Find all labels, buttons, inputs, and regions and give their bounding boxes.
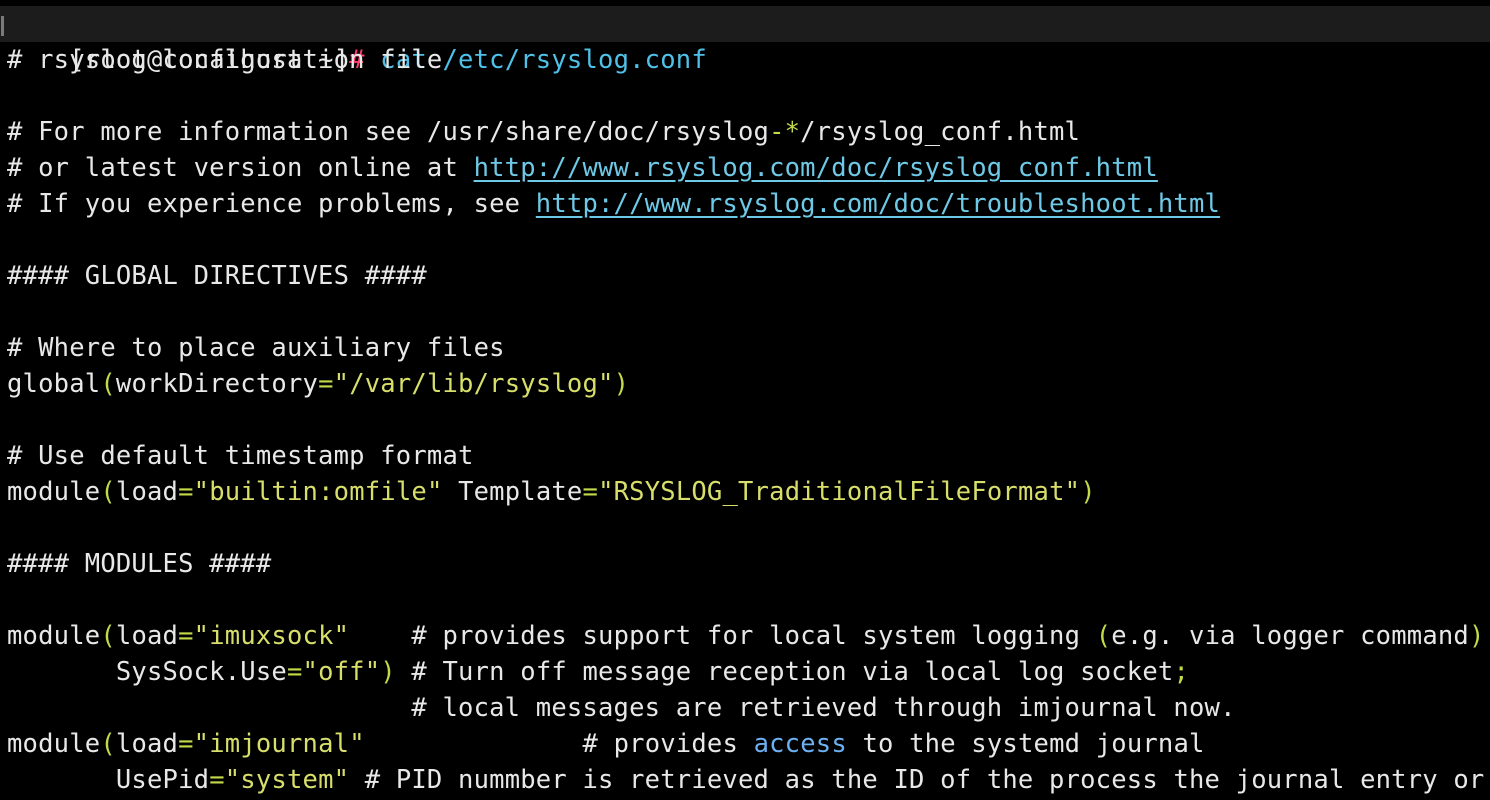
string-value: "RSYSLOG_TraditionalFileFormat" [598,477,1081,507]
paren-close: ) [613,369,630,399]
equals-sign: = [209,765,225,795]
paren-open: ( [100,477,116,507]
paren-close: ) [1080,477,1096,507]
semicolon: ; [1173,657,1190,687]
equals-sign: = [582,477,599,507]
comment-text: e.g. via logger command [1111,621,1469,651]
output-line: # rsyslog configuration file [7,42,442,78]
equals-sign: = [178,729,194,759]
comment-text: # PID nummber is retrieved as the ID of … [349,765,1485,795]
docs-link[interactable]: http://www.rsyslog.com/doc/rsyslog_conf.… [474,153,1158,183]
param-name: load [115,621,179,651]
comment-text: # If you experience problems, see [7,189,536,219]
string-value: "builtin:omfile" [193,477,443,507]
output-line: module(load="builtin:omfile" Template="R… [7,474,1096,510]
comment-text: /rsyslog_conf.html [800,117,1081,147]
output-line: # Use default timestamp format [7,438,474,474]
output-line: # If you experience problems, see http:/… [7,186,1220,222]
comment-text: # Use default timestamp format [7,441,474,471]
output-line: module(load="imuxsock" # provides suppor… [7,618,1485,654]
string-value: "imuxsock" [193,621,350,651]
cursor-marker [1,16,4,36]
equals-sign: = [286,657,303,687]
string-value: "/var/lib/rsyslog" [333,369,614,399]
output-line: UsePid="system" # PID nummber is retriev… [7,762,1485,798]
param-name: UsePid [7,765,210,795]
output-line: SysSock.Use="off") # Turn off message re… [7,654,1189,690]
comment-text: # rsyslog configuration file [7,45,443,75]
terminal-window[interactable]: [root@localhost ~]# cat /etc/rsyslog.con… [0,0,1490,800]
equals-sign: = [178,621,194,651]
output-line: # For more information see /usr/share/do… [7,114,1080,150]
directive-name: module [7,621,101,651]
string-value: "imjournal" [193,729,365,759]
comment-text: # Turn off message reception via local l… [395,657,1174,687]
command-line: [root@localhost ~]# cat /etc/rsyslog.con… [0,6,1490,75]
output-line: #### GLOBAL DIRECTIVES #### [7,258,427,294]
output-line: # Where to place auxiliary files [7,330,505,366]
comment-text: # local messages are retrieved through i… [7,693,1236,723]
string-value: "system" [224,765,350,795]
output-line: #### MODULES #### [7,546,271,582]
comment-text: to the systemd journal [846,729,1205,759]
output-line: # or latest version online at http://www… [7,150,1158,186]
directive-name: module [7,729,101,759]
comment-text: # For more information see /usr/share/do… [7,117,770,147]
paren-close: ) [380,657,396,687]
directive-name: global [7,369,101,399]
output-line: module(load="imjournal" # provides acces… [7,726,1205,762]
section-header: #### MODULES #### [7,549,272,579]
paren-open: ( [100,729,116,759]
param-name: load [115,477,179,507]
keyword-text: access [753,729,847,759]
glob-text: -* [769,117,801,147]
equals-sign: = [178,477,194,507]
comment-text: # or latest version online at [7,153,474,183]
section-header: #### GLOBAL DIRECTIVES #### [7,261,427,291]
param-name: SysSock.Use [7,657,287,687]
string-value: "off" [302,657,381,687]
directive-name: module [7,477,101,507]
output-line: # local messages are retrieved through i… [7,690,1236,726]
comment-text: # Where to place auxiliary files [7,333,505,363]
param-name: Template [442,477,583,507]
paren-open: ( [100,369,116,399]
equals-sign: = [318,369,334,399]
paren-open: ( [1095,621,1112,651]
param-name: load [115,729,179,759]
comment-text: # provides support for local system logg… [349,621,1096,651]
paren-open: ( [100,621,116,651]
troubleshoot-link[interactable]: http://www.rsyslog.com/doc/troubleshoot.… [536,189,1220,219]
comment-text: # provides [364,729,754,759]
output-line: global(workDirectory="/var/lib/rsyslog") [7,366,629,402]
param-name: workDirectory [115,369,319,399]
paren-close: ) [1468,621,1485,651]
